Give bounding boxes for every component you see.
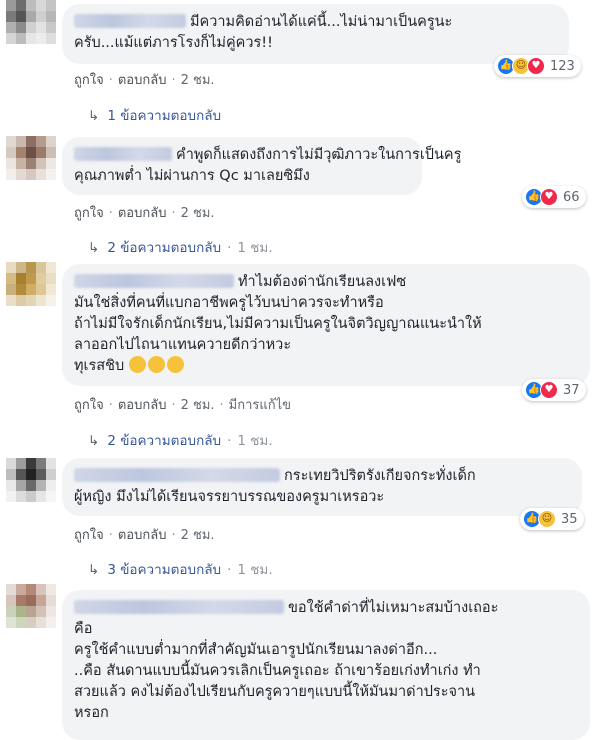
- like-button[interactable]: ถูกใจ: [74, 528, 104, 543]
- love-icon: ♥: [540, 381, 558, 399]
- reaction-count: 37: [563, 382, 580, 398]
- reaction-count: 35: [561, 511, 578, 527]
- comment-text-line: ผู้หญิง มึงไม่ได้เรียนจรรยาบรรณของครูมาเ…: [74, 489, 385, 505]
- haha-icon: ☺: [538, 510, 556, 528]
- unamused-emoji-icon: [128, 356, 146, 373]
- reply-arrow-icon: ↳: [88, 433, 100, 449]
- replies-count: 2 ข้อความตอบกลับ: [107, 240, 222, 256]
- reply-arrow-icon: ↳: [88, 108, 100, 124]
- comment-bubble: มีความคิดอ่านได้แค่นี้...ไม่น่ามาเป็นครู…: [62, 4, 569, 64]
- like-button[interactable]: ถูกใจ: [74, 73, 104, 88]
- avatar[interactable]: [6, 136, 56, 180]
- comment-actions: ถูกใจ · ตอบกลับ · 2 ชม.: [74, 73, 215, 88]
- reply-button[interactable]: ตอบกลับ: [118, 206, 167, 221]
- reactions-summary[interactable]: 👍 ♥ 66: [522, 186, 586, 208]
- comment-text-line: มีความคิดอ่านได้แค่นี้...ไม่น่ามาเป็นครู…: [190, 14, 453, 30]
- comment-text-line: ครูใช้คำแบบต่ำมากที่สำคัญมันเอารูปนักเรี…: [74, 642, 438, 658]
- reply-button[interactable]: ตอบกลับ: [118, 528, 167, 543]
- view-replies-link[interactable]: ↳ 3 ข้อความตอบกลับ · 1 ชม.: [88, 558, 273, 580]
- reactions-summary[interactable]: 👍 ☺ ♥ 123: [494, 55, 581, 77]
- reaction-count: 66: [563, 189, 580, 205]
- comment-bubble: คำพูดก็แสดงถึงการไม่มีวุฒิภาวะในการเป็นค…: [62, 137, 461, 195]
- comment-timestamp[interactable]: 2 ชม.: [181, 206, 215, 221]
- reply-arrow-icon: ↳: [88, 562, 100, 578]
- replies-count: 3 ข้อความตอบกลับ: [107, 562, 222, 578]
- comment-text-line: มันใช่สิ่งที่คนที่แบกอาชีพครูไว้บนบ่าควร…: [74, 295, 384, 311]
- replies-timestamp: 1 ชม.: [237, 562, 273, 578]
- comment-text-line: กระเทยวิปริตรังเกียจกระทั่งเด็ก: [284, 468, 476, 484]
- view-replies-link[interactable]: ↳ 2 ข้อความตอบกลับ · 1 ชม.: [88, 236, 273, 258]
- commenter-name[interactable]: [74, 147, 172, 161]
- reply-button[interactable]: ตอบกลับ: [118, 398, 167, 413]
- comment-text-line: ครับ...แม้แต่ภารโรงก็ไม่คู่ควร!!: [74, 35, 273, 51]
- reactions-summary[interactable]: 👍 ♥ 37: [522, 379, 586, 401]
- view-replies-link[interactable]: ↳ 2 ข้อความตอบกลับ · 1 ชม.: [88, 429, 273, 451]
- love-icon: ♥: [527, 57, 545, 75]
- comment-text-line: ทำไมต้องด่านักเรียนลงเฟซ: [238, 274, 407, 290]
- reply-button[interactable]: ตอบกลับ: [118, 73, 167, 88]
- reactions-summary[interactable]: 👍 ☺ 35: [520, 508, 584, 530]
- avatar[interactable]: [6, 0, 56, 44]
- comment-text-line: ทุเรสชิบ: [74, 358, 125, 374]
- commenter-name[interactable]: [74, 14, 186, 28]
- replies-timestamp: 1 ชม.: [237, 240, 273, 256]
- comment-text-line: สวยแล้ว คงไม่ต้องไปเรียนกับครูควายๆแบบนี…: [74, 684, 476, 700]
- comment-timestamp[interactable]: 2 ชม.: [181, 528, 215, 543]
- comment-text-line: ขอใช้คำด่าที่ไม่เหมาะสมบ้างเถอะ: [288, 600, 499, 616]
- comment-text-line: คุณภาพต่ำ ไม่ผ่านการ Qc มาเลยซิมึง: [74, 168, 310, 184]
- replies-count: 1 ข้อความตอบกลับ: [107, 108, 222, 124]
- comment-actions: ถูกใจ · ตอบกลับ · 2 ชม. · มีการแก้ไข: [74, 398, 292, 413]
- reply-arrow-icon: ↳: [88, 240, 100, 256]
- replies-count: 2 ข้อความตอบกลับ: [107, 433, 222, 449]
- comment-text-line: คือ: [74, 621, 93, 637]
- like-button[interactable]: ถูกใจ: [74, 206, 104, 221]
- view-replies-link[interactable]: ↳ 1 ข้อความตอบกลับ: [88, 104, 221, 126]
- comment-timestamp[interactable]: 2 ชม.: [181, 398, 215, 413]
- unamused-emoji-icon: [166, 356, 184, 373]
- comment-text-line: ..คือ สันดานแบบนี้มันควรเลิกเป็นครูเถอะ …: [74, 663, 481, 679]
- comment-text-line: ถ้าไม่มีใจรักเด็กนักเรียน,ไม่มีความเป็นค…: [74, 316, 482, 332]
- unamused-emoji-icon: [147, 356, 165, 373]
- avatar[interactable]: [6, 584, 56, 628]
- comment-text-line: ลาออกไปไถนาแทนควายดีกว่าหวะ: [74, 337, 292, 353]
- avatar[interactable]: [6, 458, 56, 502]
- replies-timestamp: 1 ชม.: [237, 433, 273, 449]
- love-icon: ♥: [540, 188, 558, 206]
- like-button[interactable]: ถูกใจ: [74, 398, 104, 413]
- comment-thread: มีความคิดอ่านได้แค่นี้...ไม่น่ามาเป็นครู…: [0, 0, 600, 740]
- comment-actions: ถูกใจ · ตอบกลับ · 2 ชม.: [74, 528, 215, 543]
- commenter-name[interactable]: [74, 600, 284, 614]
- commenter-name[interactable]: [74, 274, 234, 288]
- comment-actions: ถูกใจ · ตอบกลับ · 2 ชม.: [74, 206, 215, 221]
- comment-text-line: คำพูดก็แสดงถึงการไม่มีวุฒิภาวะในการเป็นค…: [176, 147, 462, 163]
- comment-bubble: ทำไมต้องด่านักเรียนลงเฟซ มันใช่สิ่งที่คน…: [62, 264, 590, 386]
- reaction-count: 123: [550, 58, 575, 74]
- commenter-name[interactable]: [74, 468, 280, 482]
- comment-bubble: ขอใช้คำด่าที่ไม่เหมาะสมบ้างเถอะ คือ ครูใ…: [62, 590, 590, 740]
- comment-timestamp[interactable]: 2 ชม.: [181, 73, 215, 88]
- avatar[interactable]: [6, 262, 56, 306]
- edited-label[interactable]: มีการแก้ไข: [229, 398, 291, 413]
- comment-bubble: กระเทยวิปริตรังเกียจกระทั่งเด็ก ผู้หญิง …: [62, 458, 582, 516]
